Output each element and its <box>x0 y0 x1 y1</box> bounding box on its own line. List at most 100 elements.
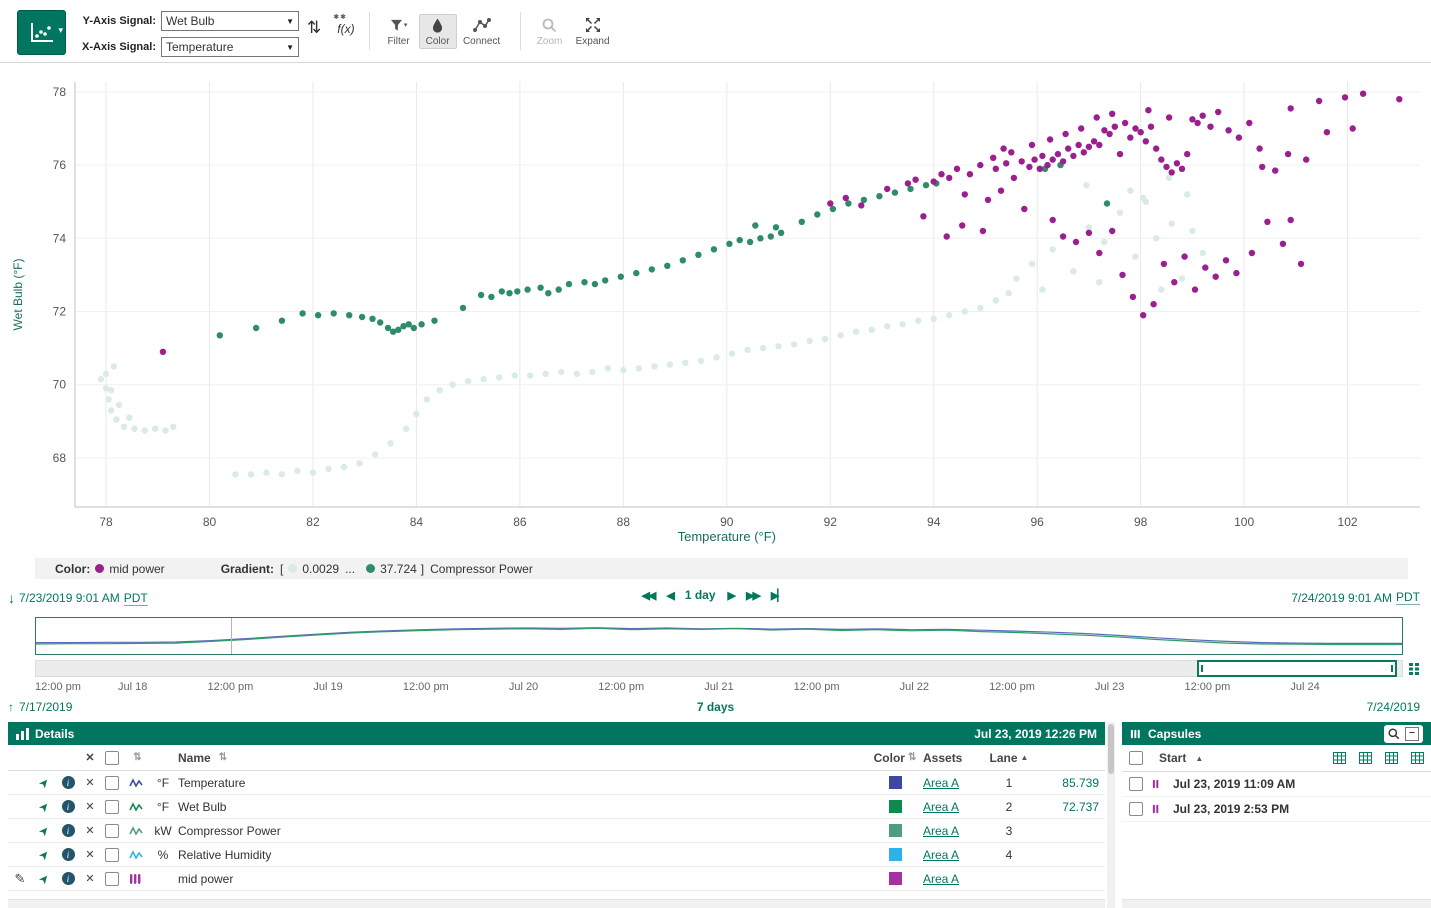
sort-icon[interactable]: ⇅ <box>133 752 141 763</box>
info-icon[interactable]: i <box>62 872 75 885</box>
horizontal-scrollbar[interactable] <box>1122 899 1431 908</box>
row-checkbox[interactable] <box>105 872 119 886</box>
select-arrow-icon: ▼ <box>286 43 294 52</box>
capsule-checkbox[interactable] <box>1129 802 1143 816</box>
display-range-end[interactable]: 7/24/2019 9:01 AM <box>1291 591 1392 605</box>
sort-ascending-icon: ▲ <box>1021 753 1029 762</box>
step-forward-much-button[interactable]: ▶▶ <box>746 589 759 602</box>
cursor-timestamp: Jul 23, 2019 12:26 PM <box>974 727 1097 741</box>
expand-button[interactable]: Expand <box>570 14 616 49</box>
color-swatch[interactable] <box>889 824 902 837</box>
collapse-panel-icon[interactable]: – <box>1405 727 1419 741</box>
condition-icon <box>129 873 143 885</box>
select-all-capsules-checkbox[interactable] <box>1129 751 1143 765</box>
sort-icon[interactable]: ⇅ <box>219 752 227 763</box>
timebar-tick-labels: 12:00 pmJul 1812:00 pmJul 1912:00 pmJul … <box>0 681 1431 695</box>
scatter-plot-tool-button[interactable]: ▾ <box>17 10 66 55</box>
x-axis-signal-select[interactable]: Temperature ▼ <box>161 37 299 57</box>
asset-link[interactable]: Area A <box>923 824 959 838</box>
select-all-checkbox[interactable] <box>105 751 119 765</box>
sort-icon[interactable]: ⇅ <box>908 752 916 763</box>
column-header-start[interactable]: Start <box>1159 751 1186 765</box>
table-row-temperature[interactable]: ➤ i ✕ °F Temperature Area A 1 85.739 <box>8 771 1105 795</box>
capsule-row[interactable]: Jul 23, 2019 11:09 AM <box>1122 772 1431 797</box>
horizontal-scrollbar[interactable] <box>8 899 1105 908</box>
y-axis-signal-label: Y-Axis Signal: <box>76 15 156 27</box>
info-icon[interactable]: i <box>62 824 75 837</box>
y-axis-signal-select[interactable]: Wet Bulb ▼ <box>161 11 299 31</box>
add-column-icon[interactable] <box>1385 752 1398 764</box>
asset-link[interactable]: Area A <box>923 848 959 862</box>
color-swatch[interactable] <box>889 800 902 813</box>
display-range-start[interactable]: 7/23/2019 9:01 AM <box>19 591 120 605</box>
color-swatch[interactable] <box>889 872 902 885</box>
table-row-relative-humidity[interactable]: ➤ i ✕ % Relative Humidity Area A 4 <box>8 843 1105 867</box>
color-button[interactable]: Color <box>419 14 457 49</box>
step-back-button[interactable]: ◀ <box>666 589 672 602</box>
y-axis-signal-value: Wet Bulb <box>166 14 214 28</box>
asset-link[interactable]: Area A <box>923 800 959 814</box>
step-size-label[interactable]: 1 day <box>685 588 716 602</box>
timezone-link[interactable]: PDT <box>124 591 148 606</box>
time-scrollbar-thumb[interactable] <box>1197 660 1396 677</box>
remove-icon[interactable]: ✕ <box>80 800 100 813</box>
row-checkbox[interactable] <box>105 848 119 862</box>
capsule-checkbox[interactable] <box>1129 777 1143 791</box>
search-icon[interactable] <box>1388 728 1400 740</box>
pin-icon[interactable]: ➤ <box>35 798 52 815</box>
time-tick-label: 12:00 pm <box>35 681 81 693</box>
row-checkbox[interactable] <box>105 800 119 814</box>
investigate-range-start[interactable]: 7/17/2019 <box>19 700 72 714</box>
asset-link[interactable]: Area A <box>923 872 959 886</box>
column-header-name[interactable]: Name <box>178 751 211 765</box>
table-row-mid-power[interactable]: ✎ ➤ i ✕ mid power Area A <box>8 867 1105 891</box>
fx-tool-button[interactable]: ✱✱f(x) <box>337 22 354 36</box>
step-back-much-button[interactable]: ◀◀ <box>641 589 654 602</box>
info-icon[interactable]: i <box>62 800 75 813</box>
signal-icon <box>129 825 144 837</box>
asset-link[interactable]: Area A <box>923 776 959 790</box>
pin-icon[interactable]: ➤ <box>35 846 52 863</box>
capsule-row[interactable]: Jul 23, 2019 2:53 PM <box>1122 797 1431 822</box>
svg-text:68: 68 <box>53 451 67 465</box>
color-droplet-icon <box>432 18 443 33</box>
time-tick-label: 12:00 pm <box>598 681 644 693</box>
row-checkbox[interactable] <box>105 776 119 790</box>
investigate-range-end[interactable]: 7/24/2019 <box>1367 700 1420 714</box>
swap-axes-icon[interactable]: ⇅ <box>307 18 321 38</box>
step-to-end-button[interactable]: ▶▏ <box>771 589 784 602</box>
connect-button[interactable]: Connect <box>459 14 505 49</box>
row-checkbox[interactable] <box>105 824 119 838</box>
time-scrollbar-track[interactable] <box>35 660 1403 677</box>
pin-icon[interactable]: ➤ <box>35 774 52 791</box>
vertical-scrollbar[interactable] <box>1107 722 1115 908</box>
scatter-plot[interactable]: 7880828486889092949698100102687072747678… <box>0 62 1431 556</box>
scrollbar-grid-icon[interactable] <box>1408 662 1420 679</box>
column-header-color[interactable]: Color <box>874 751 905 765</box>
table-row-compressor-power[interactable]: ➤ i ✕ kW Compressor Power Area A 3 <box>8 819 1105 843</box>
pin-icon[interactable]: ➤ <box>35 870 52 887</box>
edit-icon[interactable]: ✎ <box>8 871 32 887</box>
add-column-icon[interactable] <box>1411 752 1424 764</box>
remove-all-icon[interactable]: ✕ <box>80 751 100 764</box>
remove-icon[interactable]: ✕ <box>80 848 100 861</box>
add-column-icon[interactable] <box>1359 752 1372 764</box>
info-icon[interactable]: i <box>62 776 75 789</box>
remove-icon[interactable]: ✕ <box>80 872 100 885</box>
color-swatch[interactable] <box>889 848 902 861</box>
column-header-assets[interactable]: Assets <box>923 751 987 765</box>
filter-button[interactable]: ▾ Filter <box>381 14 417 49</box>
svg-text:76: 76 <box>53 158 67 172</box>
remove-icon[interactable]: ✕ <box>80 776 100 789</box>
trend-preview[interactable] <box>35 617 1403 655</box>
add-column-icon[interactable] <box>1333 752 1346 764</box>
investigate-range-duration[interactable]: 7 days <box>697 700 734 714</box>
step-forward-button[interactable]: ▶ <box>728 589 734 602</box>
timezone-link[interactable]: PDT <box>1396 590 1420 605</box>
column-header-lane[interactable]: Lane <box>990 751 1018 765</box>
info-icon[interactable]: i <box>62 848 75 861</box>
table-row-wet-bulb[interactable]: ➤ i ✕ °F Wet Bulb Area A 2 72.737 <box>8 795 1105 819</box>
remove-icon[interactable]: ✕ <box>80 824 100 837</box>
color-swatch[interactable] <box>889 776 902 789</box>
pin-icon[interactable]: ➤ <box>35 822 52 839</box>
